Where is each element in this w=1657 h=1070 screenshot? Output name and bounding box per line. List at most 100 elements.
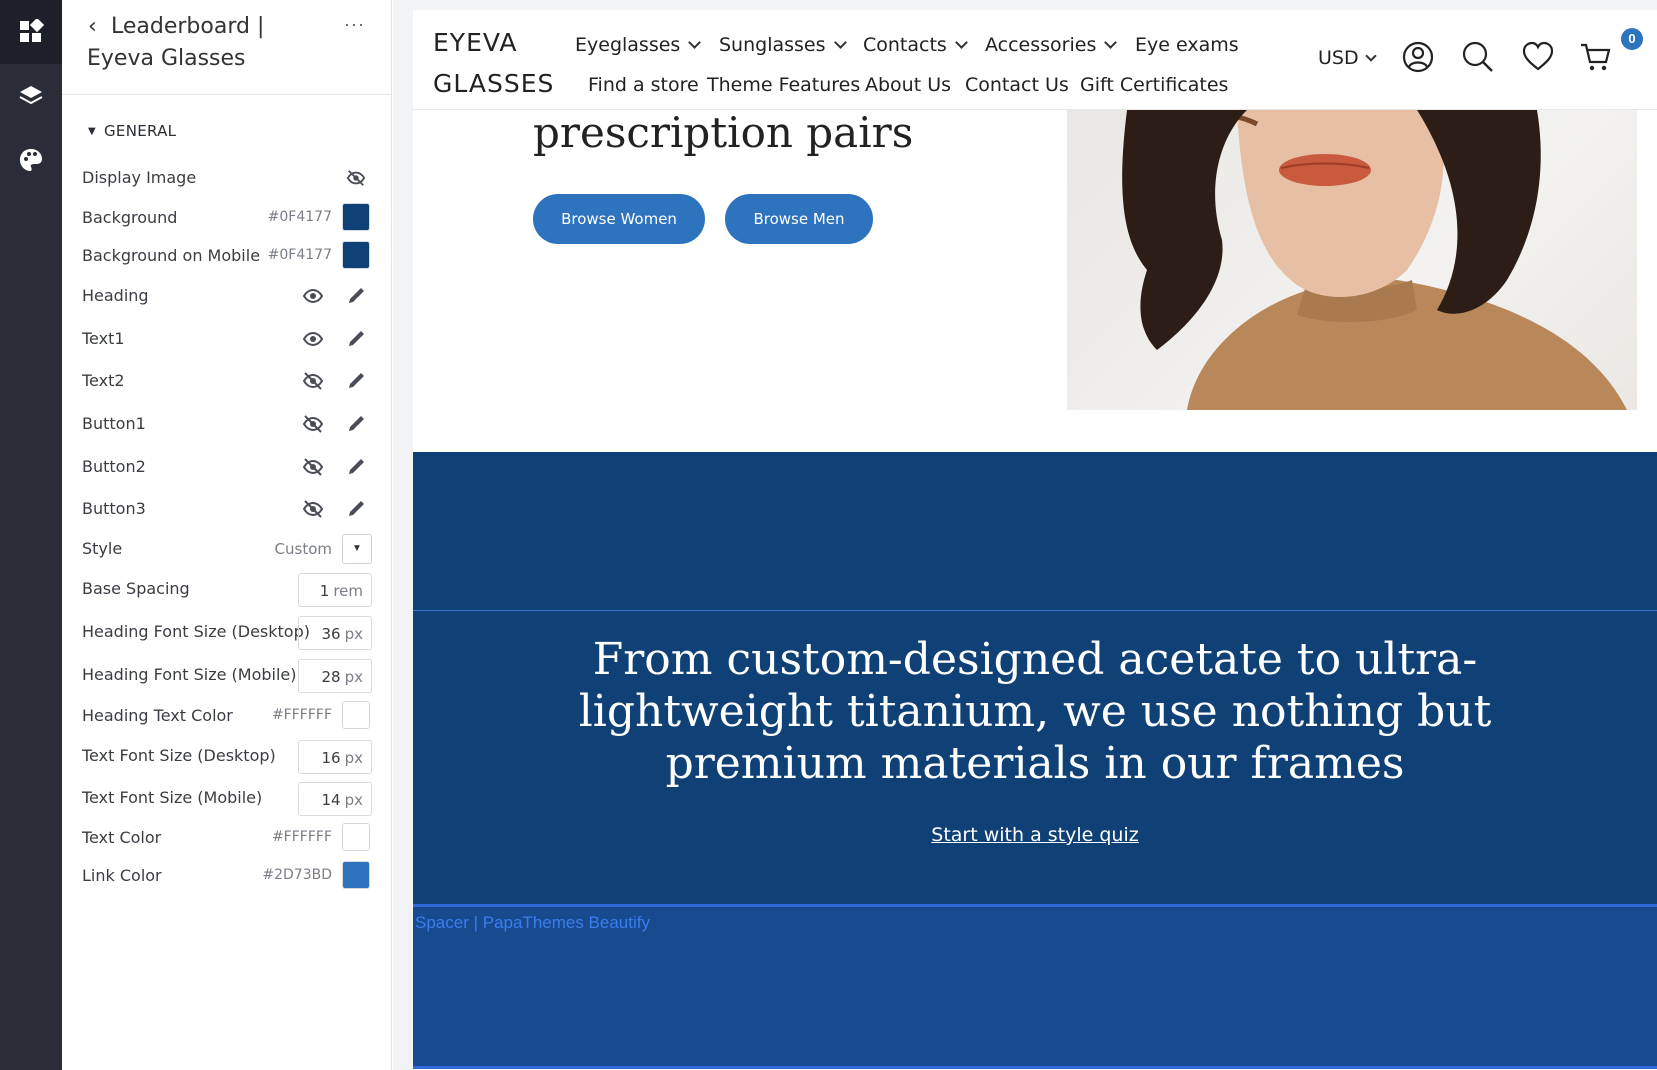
hero-model-image bbox=[1067, 110, 1637, 410]
section-title: GENERAL bbox=[104, 122, 177, 140]
nav-find-a-store[interactable]: Find a store bbox=[588, 74, 699, 96]
input-value: 28 bbox=[321, 668, 341, 686]
eye-off-icon[interactable] bbox=[346, 168, 366, 188]
setting-label: Style bbox=[82, 539, 123, 558]
setting-button3: Button3 bbox=[82, 493, 372, 525]
heading-size-mobile-input[interactable]: 28 px bbox=[298, 659, 372, 693]
setting-button1: Button1 bbox=[82, 408, 372, 440]
currency-selector[interactable]: USD bbox=[1318, 47, 1377, 69]
app-icon-rail bbox=[0, 0, 62, 1070]
nav-eyeglasses[interactable]: Eyeglasses bbox=[575, 34, 702, 56]
palette-icon[interactable] bbox=[0, 128, 62, 192]
spacer-section[interactable]: Spacer | PapaThemes Beautify bbox=[413, 907, 1657, 1069]
pencil-icon[interactable] bbox=[346, 286, 366, 306]
sections-icon[interactable] bbox=[0, 0, 62, 64]
site-header: EYEVA GLASSES Eyeglasses Sunglasses Cont… bbox=[413, 10, 1657, 110]
setting-link-color: Link Color #2D73BD bbox=[82, 860, 372, 892]
leaderboard-heading: From custom-designed acetate to ultra-li… bbox=[578, 634, 1492, 789]
setting-label: Display Image bbox=[82, 168, 197, 187]
eye-icon[interactable] bbox=[302, 286, 324, 306]
color-swatch[interactable] bbox=[342, 241, 370, 269]
text-size-mobile-input[interactable]: 14 px bbox=[298, 782, 372, 816]
setting-label: Text Font Size (Desktop) bbox=[82, 746, 276, 765]
style-select-value[interactable]: Custom bbox=[275, 540, 332, 558]
setting-button2: Button2 bbox=[82, 451, 372, 483]
eye-off-icon[interactable] bbox=[302, 499, 324, 519]
site-logo[interactable]: EYEVA GLASSES bbox=[433, 22, 554, 104]
setting-display-image: Display Image bbox=[82, 162, 372, 194]
nav-contact-us[interactable]: Contact Us bbox=[965, 74, 1069, 96]
spacer-label: Spacer | PapaThemes Beautify bbox=[415, 913, 650, 932]
input-unit: rem bbox=[333, 582, 363, 600]
setting-background: Background #0F4177 bbox=[82, 202, 372, 234]
color-hex-value: #0F4177 bbox=[267, 247, 332, 263]
panel-title-line1: Leaderboard | bbox=[111, 14, 265, 39]
panel-title: Leaderboard | Eyeva Glasses bbox=[87, 11, 337, 75]
section-toggle-general[interactable]: ▼ GENERAL bbox=[88, 122, 176, 140]
pencil-icon[interactable] bbox=[346, 499, 366, 519]
cart-icon[interactable] bbox=[1579, 40, 1613, 74]
nav-eye-exams[interactable]: Eye exams bbox=[1135, 34, 1239, 56]
chevron-down-icon bbox=[833, 36, 847, 49]
account-icon[interactable] bbox=[1401, 40, 1435, 74]
setting-label: Base Spacing bbox=[82, 579, 190, 598]
preview-area: EYEVA GLASSES Eyeglasses Sunglasses Cont… bbox=[393, 0, 1657, 1070]
setting-label: Heading Text Color bbox=[82, 706, 233, 725]
eye-off-icon[interactable] bbox=[302, 457, 324, 477]
input-value: 14 bbox=[321, 791, 341, 809]
currency-label: USD bbox=[1318, 47, 1359, 69]
heart-icon[interactable] bbox=[1521, 40, 1555, 74]
layers-icon[interactable] bbox=[0, 64, 62, 128]
chevron-down-icon bbox=[954, 36, 968, 49]
setting-label: Text1 bbox=[82, 329, 125, 348]
setting-text2: Text2 bbox=[82, 365, 372, 397]
logo-line1: EYEVA bbox=[433, 28, 518, 57]
setting-heading-text-color: Heading Text Color #FFFFFF bbox=[82, 700, 372, 732]
pencil-icon[interactable] bbox=[346, 371, 366, 391]
nav-accessories[interactable]: Accessories bbox=[985, 34, 1118, 56]
more-options-icon[interactable]: ··· bbox=[344, 14, 365, 35]
pencil-icon[interactable] bbox=[346, 457, 366, 477]
settings-panel: ‹ Leaderboard | Eyeva Glasses ··· ▼ GENER… bbox=[62, 0, 392, 1070]
text-size-desktop-input[interactable]: 16 px bbox=[298, 740, 372, 774]
leaderboard-section[interactable]: From custom-designed acetate to ultra-li… bbox=[413, 452, 1657, 907]
color-swatch[interactable] bbox=[342, 823, 370, 851]
nav-label: Eyeglasses bbox=[575, 34, 681, 56]
color-hex-value: #FFFFFF bbox=[271, 707, 332, 723]
setting-heading-size-desktop: Heading Font Size (Desktop) 36 px bbox=[82, 616, 372, 650]
setting-label: Link Color bbox=[82, 866, 162, 885]
heading-size-desktop-input[interactable]: 36 px bbox=[298, 616, 372, 650]
caret-down-icon[interactable]: ▼ bbox=[342, 534, 372, 564]
setting-label: Text Font Size (Mobile) bbox=[82, 788, 263, 807]
setting-label: Text Color bbox=[82, 828, 162, 847]
color-swatch[interactable] bbox=[342, 203, 370, 231]
setting-heading-size-mobile: Heading Font Size (Mobile) 28 px bbox=[82, 659, 372, 693]
eye-off-icon[interactable] bbox=[302, 414, 324, 434]
style-quiz-link[interactable]: Start with a style quiz bbox=[413, 824, 1657, 846]
nav-about-us[interactable]: About Us bbox=[865, 74, 951, 96]
panel-header: ‹ Leaderboard | Eyeva Glasses ··· bbox=[62, 0, 392, 95]
nav-theme-features[interactable]: Theme Features bbox=[707, 74, 860, 96]
browse-women-button[interactable]: Browse Women bbox=[533, 194, 705, 244]
setting-text-color: Text Color #FFFFFF bbox=[82, 822, 372, 854]
eye-icon[interactable] bbox=[302, 329, 324, 349]
pencil-icon[interactable] bbox=[346, 329, 366, 349]
pencil-icon[interactable] bbox=[346, 414, 366, 434]
color-swatch[interactable] bbox=[342, 861, 370, 889]
nav-sunglasses[interactable]: Sunglasses bbox=[719, 34, 847, 56]
input-unit: px bbox=[344, 625, 363, 643]
setting-label: Button1 bbox=[82, 414, 146, 433]
chevron-down-icon bbox=[1104, 36, 1118, 49]
color-hex-value: #2D73BD bbox=[262, 867, 332, 883]
input-value: 16 bbox=[321, 749, 341, 767]
browse-men-button[interactable]: Browse Men bbox=[725, 194, 873, 244]
nav-contacts[interactable]: Contacts bbox=[863, 34, 968, 56]
caret-down-icon: ▼ bbox=[88, 126, 96, 137]
nav-gift-certificates[interactable]: Gift Certificates bbox=[1080, 74, 1228, 96]
color-swatch[interactable] bbox=[342, 701, 370, 729]
base-spacing-input[interactable]: 1 rem bbox=[298, 573, 372, 607]
search-icon[interactable] bbox=[1461, 40, 1495, 74]
input-unit: px bbox=[344, 749, 363, 767]
eye-off-icon[interactable] bbox=[302, 371, 324, 391]
panel-title-line2: Eyeva Glasses bbox=[87, 46, 246, 71]
